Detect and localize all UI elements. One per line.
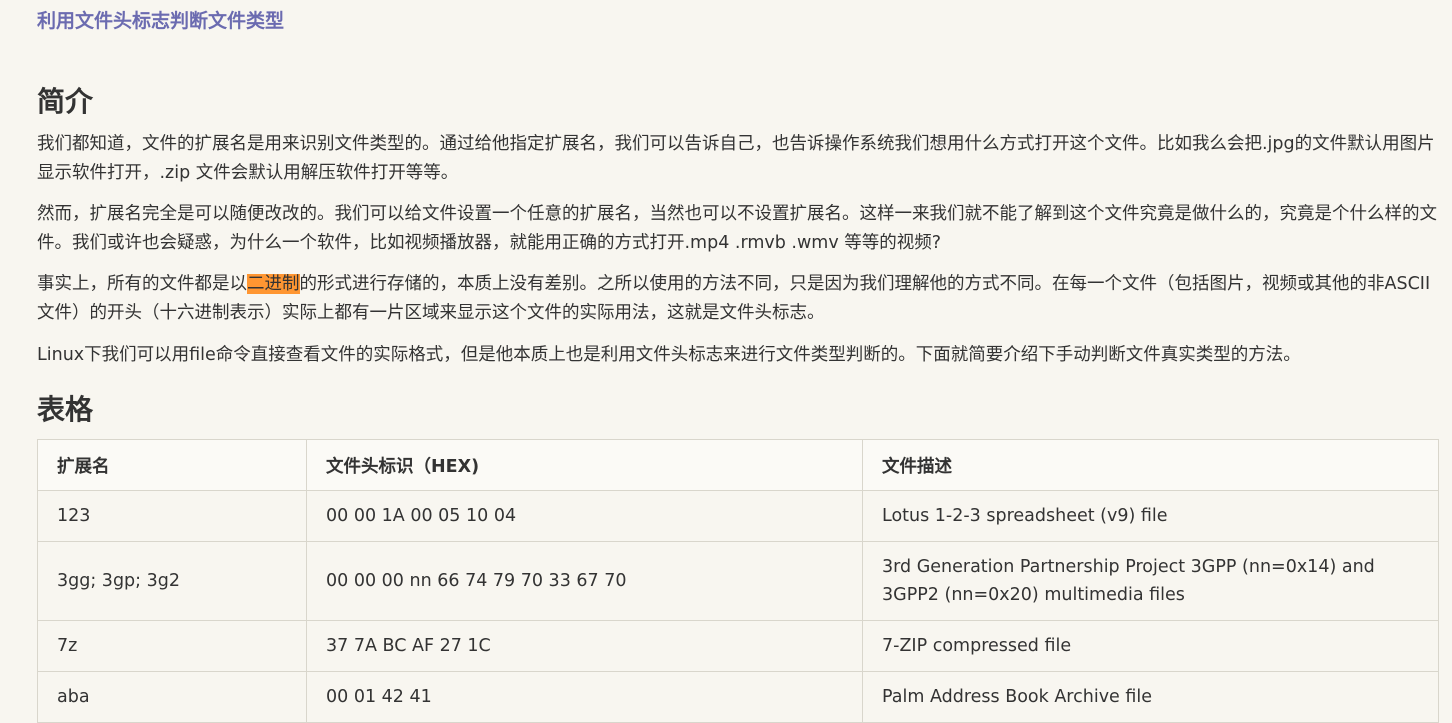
file-signature-table: 扩展名 文件头标识（HEX) 文件描述 123 00 00 1A 00 05 1…	[37, 439, 1439, 723]
cell-description: 7-ZIP compressed file	[862, 620, 1439, 672]
search-highlight: 二进制	[247, 274, 300, 294]
cell-hex: 37 7A BC AF 27 1C	[306, 620, 863, 672]
paragraph-3-before: 事实上，所有的文件都是以	[37, 274, 247, 294]
table-row: 3gg; 3gp; 3g2 00 00 00 nn 66 74 79 70 33…	[37, 541, 1439, 621]
document-title: 利用文件头标志判断文件类型	[37, 10, 285, 32]
paragraph-3: 事实上，所有的文件都是以二进制的形式进行存储的，本质上没有差别。之所以使用的方法…	[37, 270, 1437, 327]
paragraph-4: Linux下我们可以用file命令直接查看文件的实际格式，但是他本质上也是利用文…	[37, 345, 1301, 365]
table-row: 123 00 00 1A 00 05 10 04 Lotus 1-2-3 spr…	[37, 490, 1439, 542]
cell-description: Lotus 1-2-3 spreadsheet (v9) file	[862, 490, 1439, 542]
cell-hex: 00 01 42 41	[306, 671, 863, 723]
cell-extension: 7z	[37, 620, 307, 672]
cell-extension: aba	[37, 671, 307, 723]
column-header-description: 文件描述	[862, 439, 1439, 491]
column-header-hex: 文件头标识（HEX)	[306, 439, 863, 491]
table-row: 7z 37 7A BC AF 27 1C 7-ZIP compressed fi…	[37, 620, 1439, 672]
table-header-row: 扩展名 文件头标识（HEX) 文件描述	[37, 439, 1439, 491]
table-row: aba 00 01 42 41 Palm Address Book Archiv…	[37, 671, 1439, 723]
cell-description: Palm Address Book Archive file	[862, 671, 1439, 723]
cell-extension: 3gg; 3gp; 3g2	[37, 541, 307, 621]
cell-description: 3rd Generation Partnership Project 3GPP …	[862, 541, 1439, 621]
column-header-extension: 扩展名	[37, 439, 307, 491]
paragraph-1: 我们都知道，文件的扩展名是用来识别文件类型的。通过给他指定扩展名，我们可以告诉自…	[37, 134, 1435, 183]
section-heading-intro: 简介	[37, 85, 94, 118]
cell-extension: 123	[37, 490, 307, 542]
cell-hex: 00 00 1A 00 05 10 04	[306, 490, 863, 542]
paragraph-2: 然而，扩展名完全是可以随便改改的。我们可以给文件设置一个任意的扩展名，当然也可以…	[37, 204, 1437, 253]
section-heading-table: 表格	[37, 393, 94, 426]
cell-hex: 00 00 00 nn 66 74 79 70 33 67 70	[306, 541, 863, 621]
